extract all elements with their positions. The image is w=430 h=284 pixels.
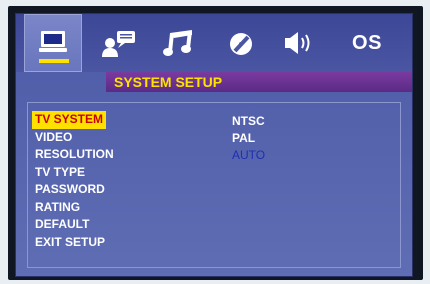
- menu-item-default[interactable]: DEFAULT: [32, 216, 92, 234]
- tv-screen: OS SYSTEM SETUP TV SYSTEM VIDEO RESOLUTI…: [8, 6, 423, 280]
- option-ntsc[interactable]: NTSC: [232, 113, 265, 130]
- tab-os[interactable]: OS: [338, 14, 396, 72]
- menu-item-rating[interactable]: RATING: [32, 199, 83, 217]
- menu-item-password[interactable]: PASSWORD: [32, 181, 108, 199]
- tab-language[interactable]: [90, 14, 148, 72]
- tab-system[interactable]: [24, 14, 82, 72]
- settings-menu: TV SYSTEM VIDEO RESOLUTION TV TYPE PASSW…: [32, 111, 117, 251]
- tab-speaker[interactable]: [271, 14, 329, 72]
- menu-item-resolution[interactable]: RESOLUTION: [32, 146, 117, 164]
- tab-bar: OS: [16, 14, 412, 72]
- option-pal[interactable]: PAL: [232, 130, 265, 147]
- user-speech-icon: [102, 31, 135, 57]
- tab-audio[interactable]: [150, 14, 208, 72]
- active-tab-indicator: [39, 59, 69, 63]
- option-auto[interactable]: AUTO: [232, 147, 265, 164]
- menu-item-tv-system[interactable]: TV SYSTEM: [32, 111, 107, 129]
- settings-box: TV SYSTEM VIDEO RESOLUTION TV TYPE PASSW…: [27, 102, 401, 268]
- monitor-icon: [39, 31, 67, 52]
- menu-item-tv-type[interactable]: TV TYPE: [32, 164, 88, 182]
- menu-item-exit-setup[interactable]: EXIT SETUP: [32, 234, 108, 252]
- os-label: OS: [352, 31, 382, 54]
- speaker-icon: [285, 32, 310, 54]
- tab-video[interactable]: [212, 14, 270, 72]
- music-note-icon: [163, 30, 192, 56]
- setup-panel: OS SYSTEM SETUP TV SYSTEM VIDEO RESOLUTI…: [15, 13, 413, 277]
- page-title: SYSTEM SETUP: [114, 74, 223, 90]
- section-header: SYSTEM SETUP: [106, 72, 412, 92]
- tv-system-options: NTSC PAL AUTO: [232, 113, 265, 164]
- disc-icon: [230, 33, 252, 55]
- menu-item-video[interactable]: VIDEO: [32, 129, 75, 147]
